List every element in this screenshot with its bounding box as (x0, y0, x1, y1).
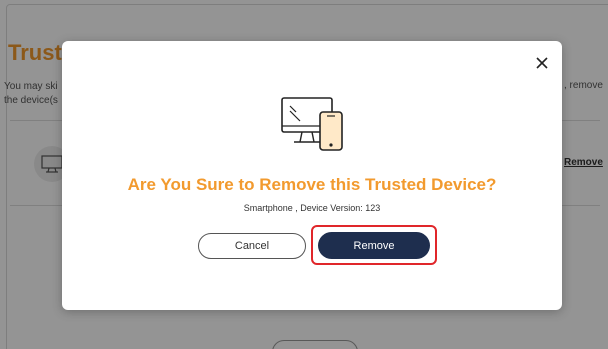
close-button[interactable] (532, 53, 552, 73)
dialog-subtitle: Smartphone , Device Version: 123 (243, 203, 381, 213)
screen: Trust You may ski the device(s , remove … (0, 0, 608, 349)
close-icon (536, 57, 548, 69)
cancel-button[interactable]: Cancel (198, 233, 306, 259)
confirm-remove-dialog: Are You Sure to Remove this Trusted Devi… (62, 41, 562, 310)
dialog-title: Are You Sure to Remove this Trusted Devi… (127, 175, 497, 194)
remove-button[interactable]: Remove (318, 232, 430, 259)
desktop-and-smartphone-icon (281, 97, 343, 151)
